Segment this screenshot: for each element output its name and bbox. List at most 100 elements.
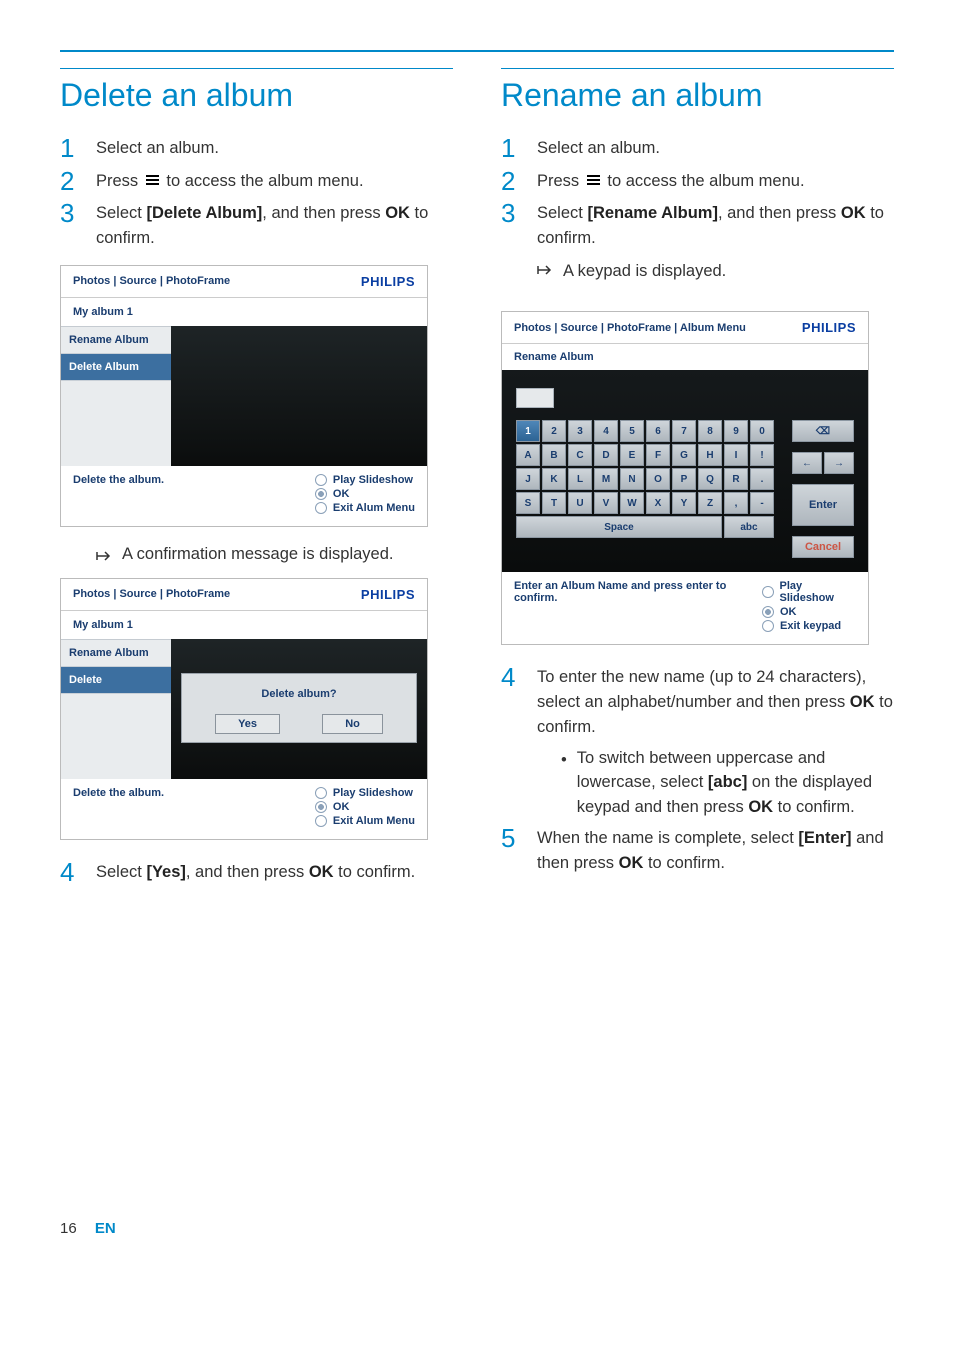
delete-step4: 4 Select [Yes], and then press OK to con…	[60, 858, 453, 887]
keypad-key: 9	[724, 420, 748, 442]
keypad-key: 1	[516, 420, 540, 442]
right-arrow-key: →	[824, 452, 854, 474]
rename-steps: 1 Select an album. 2 Press to access the…	[501, 134, 894, 297]
bold: OK	[748, 798, 773, 816]
step-number: 2	[60, 167, 96, 196]
legend-item: Play Slideshow	[333, 474, 413, 486]
text: to confirm.	[773, 798, 855, 816]
step-body: Select [Delete Album], and then press OK…	[96, 199, 453, 251]
keypad-key: G	[672, 444, 696, 466]
bold: OK	[619, 854, 644, 872]
text: When the name is complete, select	[537, 829, 798, 847]
keypad-keys: 1234567890ABCDEFGHI!JKLMNOPQR.STUVWXYZ,-…	[516, 420, 774, 540]
keypad-key: !	[750, 444, 774, 466]
right-column: Rename an album 1 Select an album. 2 Pre…	[501, 68, 894, 900]
legend-item: Play Slideshow	[780, 580, 856, 604]
menu-icon	[146, 175, 159, 186]
bold: [Delete Album]	[146, 204, 262, 222]
keypad-key: 3	[568, 420, 592, 442]
hint-text: Enter an Album Name and press enter to c…	[514, 580, 762, 604]
keypad-key: J	[516, 468, 540, 490]
keypad-key: X	[646, 492, 670, 514]
step-number: 4	[60, 858, 96, 887]
keypad-key: H	[698, 444, 722, 466]
keypad-key: C	[568, 444, 592, 466]
keypad-key: M	[594, 468, 618, 490]
keypad-key: F	[646, 444, 670, 466]
keypad-key: ,	[724, 492, 748, 514]
keypad-key: I	[724, 444, 748, 466]
step-number: 3	[501, 199, 537, 228]
keypad-key: O	[646, 468, 670, 490]
rename-steps-4-5: 4 To enter the new name (up to 24 charac…	[501, 663, 894, 875]
dialog-question: Delete album?	[194, 688, 404, 700]
album-name: My album 1	[61, 611, 427, 639]
text: to confirm.	[643, 854, 725, 872]
arrow-right-icon	[96, 549, 112, 563]
screenshot-delete-menu: Photos | Source | PhotoFrame PHILIPS My …	[60, 265, 428, 527]
bold: [abc]	[708, 773, 747, 791]
bold: OK	[841, 204, 866, 222]
step-number: 1	[501, 134, 537, 163]
text: Press	[537, 172, 584, 190]
left-arrow-key: ←	[792, 452, 822, 474]
legend-item: OK	[333, 488, 350, 500]
keypad-key: 6	[646, 420, 670, 442]
page-language: EN	[95, 1220, 116, 1237]
keypad-key: R	[724, 468, 748, 490]
keypad-key: 7	[672, 420, 696, 442]
legend-item: Exit keypad	[780, 620, 841, 632]
step-number: 1	[60, 134, 96, 163]
text: Select	[96, 863, 146, 881]
keypad-key: U	[568, 492, 592, 514]
confirm-dialog: Delete album? Yes No	[181, 673, 417, 743]
step-body: Select an album.	[537, 134, 894, 161]
keypad-key: N	[620, 468, 644, 490]
keypad-key: K	[542, 468, 566, 490]
keypad-key: E	[620, 444, 644, 466]
text: to access the album menu.	[607, 172, 804, 190]
text: to confirm.	[334, 863, 416, 881]
breadcrumb: Photos | Source | PhotoFrame | Album Men…	[514, 322, 746, 334]
menu-item: Rename Album	[61, 327, 171, 354]
keypad-key: D	[594, 444, 618, 466]
hint-text: Delete the album.	[73, 787, 164, 799]
step-number: 2	[501, 167, 537, 196]
page-number: 16	[60, 1220, 77, 1237]
keypad-key: W	[620, 492, 644, 514]
album-name: My album 1	[61, 298, 427, 326]
legend-item: Exit Alum Menu	[333, 815, 415, 827]
step-body: Select an album.	[96, 134, 453, 161]
bold: [Yes]	[146, 863, 185, 881]
step-body: When the name is complete, select [Enter…	[537, 824, 894, 876]
text: To enter the new name (up to 24 characte…	[537, 668, 866, 711]
breadcrumb: Photos | Source | PhotoFrame	[73, 275, 230, 287]
yes-button: Yes	[215, 714, 280, 734]
keypad-key: V	[594, 492, 618, 514]
step-body: To enter the new name (up to 24 characte…	[537, 663, 894, 820]
page-top-rule	[60, 50, 894, 52]
text: Press	[96, 172, 143, 190]
bold: OK	[309, 863, 334, 881]
screenshot-delete-confirm: Photos | Source | PhotoFrame PHILIPS My …	[60, 578, 428, 840]
keypad-key: B	[542, 444, 566, 466]
album-name-input	[516, 388, 554, 408]
keypad-key: S	[516, 492, 540, 514]
keypad-key: 4	[594, 420, 618, 442]
button-legend: Play Slideshow OK Exit Alum Menu	[315, 474, 415, 516]
keypad-key: -	[750, 492, 774, 514]
bold: [Rename Album]	[587, 204, 718, 222]
bullet-icon: •	[561, 746, 567, 820]
keypad-key: P	[672, 468, 696, 490]
step-body: Press to access the album menu.	[537, 167, 894, 194]
keypad-key: A	[516, 444, 540, 466]
bullet-text: To switch between uppercase and lowercas…	[577, 746, 894, 820]
legend-item: Exit Alum Menu	[333, 502, 415, 514]
text: Select	[96, 204, 146, 222]
keypad-key: 2	[542, 420, 566, 442]
delete-steps: 1 Select an album. 2 Press to access the…	[60, 134, 453, 251]
step-body: Press to access the album menu.	[96, 167, 453, 194]
keypad-key: 8	[698, 420, 722, 442]
result-text: A confirmation message is displayed.	[122, 545, 393, 564]
bold: OK	[385, 204, 410, 222]
